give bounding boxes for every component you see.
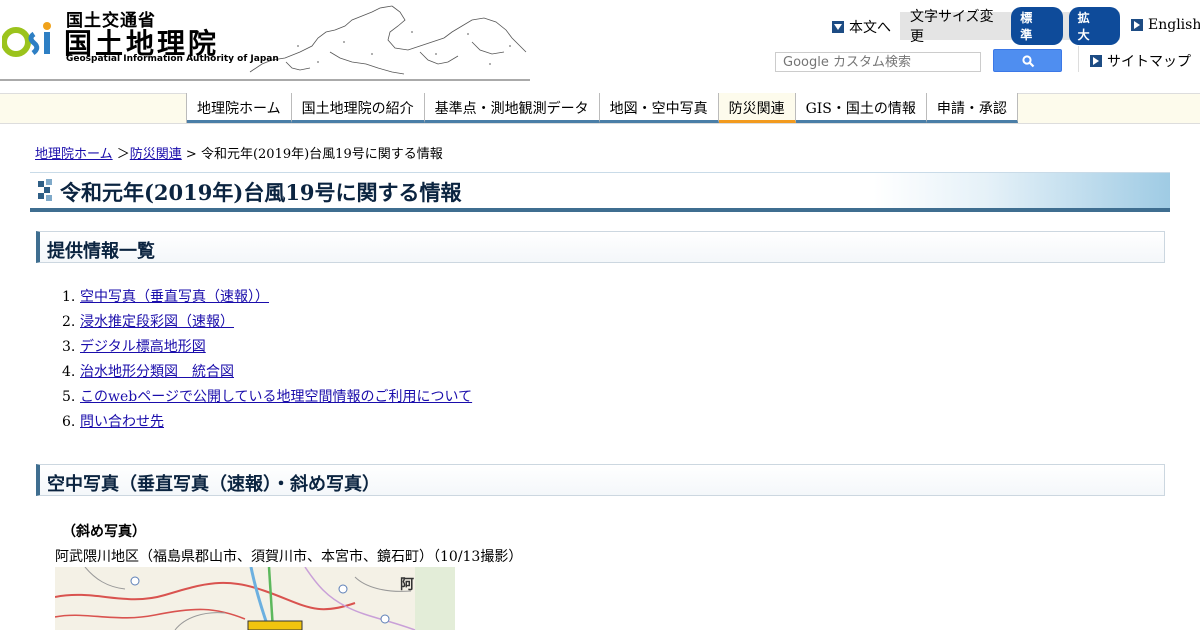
nav-item-disaster[interactable]: 防災関連 — [718, 93, 796, 123]
nav-item-maps-photos[interactable]: 地図・空中写真 — [599, 93, 719, 123]
area-description: 阿武隈川地区（福島県郡山市、須賀川市、本宮市、鏡石町）（10/13撮影） — [55, 549, 523, 565]
breadcrumb-disaster-link[interactable]: 防災関連 — [130, 147, 182, 162]
header-separator — [1078, 46, 1079, 72]
nav-item-gis[interactable]: GIS・国土の情報 — [795, 93, 927, 123]
title-bullet-icon — [38, 179, 54, 203]
section-heading-aerial-photos: 空中写真（垂直写真（速報）・斜め写真） — [36, 464, 1165, 496]
header-divider — [0, 79, 530, 81]
global-nav: 地理院ホーム 国土地理院の紹介 基準点・測地観測データ 地図・空中写真 防災関連… — [186, 93, 1018, 123]
arrow-right-icon — [1131, 19, 1143, 31]
nav-item-applications[interactable]: 申請・承認 — [926, 93, 1018, 123]
list-item: 2. 浸水推定段彩図（速報） — [62, 314, 234, 330]
skip-link-label: 本文へ — [849, 20, 891, 36]
sitemap-link[interactable]: サイトマップ — [1090, 51, 1191, 71]
sitemap-link-label: サイトマップ — [1107, 54, 1191, 70]
skip-to-content-link[interactable]: 本文へ — [832, 17, 891, 37]
org-name-en: Geospatial Information Authority of Japa… — [66, 54, 279, 64]
toc-link-usage-terms[interactable]: このwebページで公開している地理空間情報のご利用について — [80, 389, 472, 405]
map-image: 阿 — [55, 567, 455, 630]
oblique-photo-map-thumbnail[interactable]: 阿 — [55, 567, 455, 630]
font-size-label: 文字サイズ変更 — [910, 9, 994, 45]
toc-link-contact[interactable]: 問い合わせ先 — [80, 414, 164, 430]
list-item: 1. 空中写真（垂直写真（速報）） — [62, 289, 269, 305]
nav-item-home[interactable]: 地理院ホーム — [187, 93, 292, 123]
page-title: 令和元年(2019年)台風19号に関する情報 — [60, 180, 462, 205]
breadcrumb-separator: > — [181, 147, 201, 162]
map-label: 阿 — [400, 577, 414, 593]
nav-item-geodetic-data[interactable]: 基準点・測地観測データ — [424, 93, 600, 123]
breadcrumb-home-link[interactable]: 地理院ホーム — [35, 147, 113, 162]
english-link[interactable]: English — [1131, 17, 1200, 33]
gsi-logo-icon — [2, 22, 51, 57]
list-item: 6. 問い合わせ先 — [62, 414, 164, 430]
arrow-right-icon — [1090, 55, 1102, 67]
breadcrumb-current: 令和元年(2019年)台風19号に関する情報 — [200, 147, 443, 162]
search-icon — [1022, 55, 1035, 68]
site-header: 国土交通省 国土地理院 Geospatial Information Autho… — [0, 0, 1200, 86]
breadcrumb-separator: ＞ — [112, 147, 130, 162]
breadcrumb: 地理院ホーム ＞防災関連 > 令和元年(2019年)台風19号に関する情報 — [35, 143, 443, 162]
toc-link-aerial-photos[interactable]: 空中写真（垂直写真（速報）） — [80, 289, 269, 305]
list-item: 3. デジタル標高地形図 — [62, 339, 206, 355]
font-size-standard-button[interactable]: 標 準 — [1011, 7, 1063, 45]
list-item: 5. このwebページで公開している地理空間情報のご利用について — [62, 389, 473, 405]
font-size-large-button[interactable]: 拡 大 — [1068, 7, 1121, 45]
subheading-oblique-photos: （斜め写真） — [62, 524, 146, 540]
search-input[interactable] — [775, 52, 981, 72]
list-item: 4. 治水地形分類図 統合図 — [62, 364, 234, 380]
search-button[interactable] — [993, 49, 1062, 72]
page-title-bar: 令和元年(2019年)台風19号に関する情報 — [30, 172, 1170, 212]
arrow-down-icon — [832, 21, 844, 33]
toc-link-landform-map[interactable]: 治水地形分類図 統合図 — [80, 364, 234, 380]
font-size-switcher: 文字サイズ変更 標 準 拡 大 — [900, 7, 1121, 45]
toc-link-flood-map[interactable]: 浸水推定段彩図（速報） — [80, 314, 234, 330]
info-list: 1. 空中写真（垂直写真（速報）） 2. 浸水推定段彩図（速報） 3. デジタル標高地… — [62, 285, 472, 435]
nav-item-about[interactable]: 国土地理院の紹介 — [291, 93, 425, 123]
site-logo[interactable]: 国土交通省 国土地理院 Geospatial Information Autho… — [0, 2, 530, 80]
section-heading-info-list: 提供情報一覧 — [36, 231, 1165, 263]
toc-link-elevation-map[interactable]: デジタル標高地形図 — [80, 339, 206, 355]
english-link-label: English — [1148, 17, 1200, 33]
